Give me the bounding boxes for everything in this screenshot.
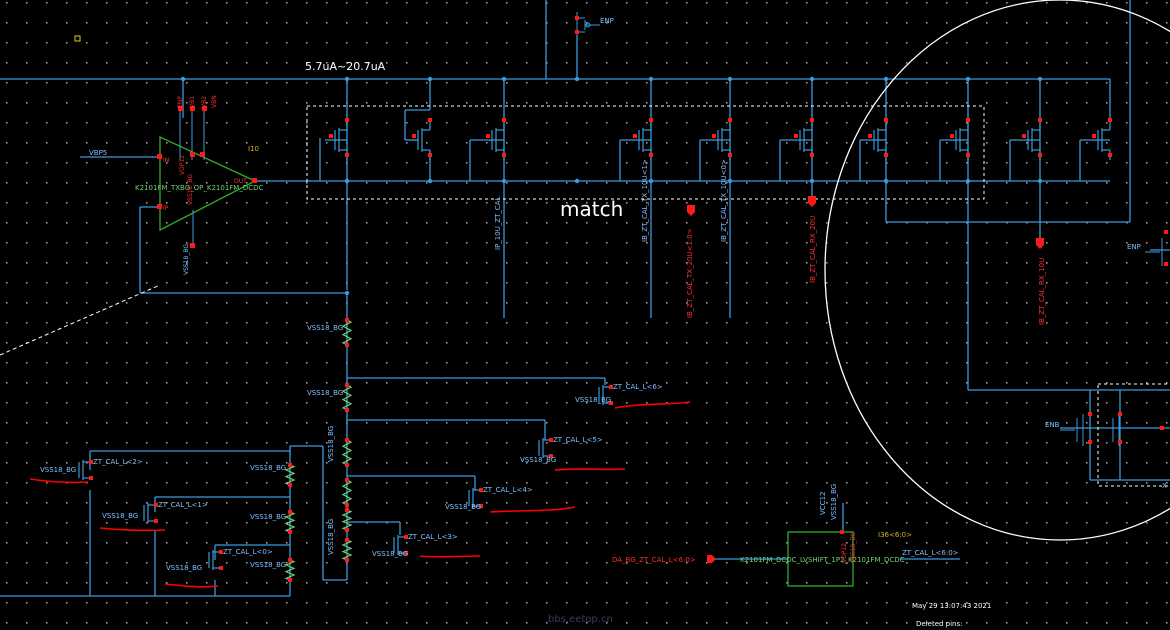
junction-dot (1037, 76, 1043, 82)
res-vss-label-1: VSS18_BG (307, 324, 343, 332)
junction-dot (344, 290, 350, 296)
level-shifter-vcc: VCC12 (819, 492, 827, 515)
opamp-in-label: IN (163, 157, 169, 164)
match-label: match (560, 197, 623, 221)
opamp-gnd-pin: VSS18_BG (187, 174, 194, 205)
switch-sub-label: VSS18_BG (520, 456, 556, 464)
junction-dot (501, 76, 507, 82)
opamp-bias-pin-2: VB1 (189, 96, 196, 108)
res-vss-label-2: VSS18_BG (307, 389, 343, 397)
opamp-bias-pin-3: VB2 (201, 96, 208, 108)
junction-dot (965, 178, 971, 184)
switch-sub-label: VSS18_BG (40, 466, 76, 474)
switch-sub-label: VSS18_BG (575, 396, 611, 404)
level-shifter-cell: K2101FM_DCDC_LVSHIFT_1P2_K2101FM_DCDC (740, 556, 905, 564)
status-timestamp: May 29 13:07:43 2021 (912, 602, 991, 610)
net-ib-rx-20u: IB_ZT_CAL_RX_20U (809, 216, 817, 283)
switch-gate-label: ZT_CAL_L<1> (158, 501, 208, 509)
switch-gate-label: ZT_CAL_L<5> (553, 436, 603, 444)
opamp-supply-pin: VDP12 (179, 155, 186, 175)
junction-dot (574, 76, 580, 82)
net-ib-tx-20u: IB_ZT_CAL_TX_20U<1:0> (686, 228, 694, 318)
junction-dot (427, 178, 433, 184)
net-ib-rx-10u: IB_ZT_CAL_RX_10U (1038, 258, 1046, 325)
switch-gate-label: ZT_CAL_L<2> (93, 458, 143, 466)
level-shifter-input: DA_BG_ZT_CAL_L<6:0> (612, 556, 696, 564)
net-ib-tx-1: IB_ZT_CAL_TX_10U<1> (641, 159, 649, 242)
ladder-vss-3: VSS18_BG (250, 561, 286, 569)
junction-dot (727, 76, 733, 82)
opamp-gnd-label: VSS18_BG (183, 244, 190, 275)
switch-gate-label: ZT_CAL_L<4> (483, 486, 533, 494)
junction-dot (809, 76, 815, 82)
opamp-input-net: VBP5 (89, 149, 107, 157)
level-shifter-instance: I36<6:0> (878, 531, 912, 539)
level-shifter-pin-vss: VSS18_BG (850, 532, 857, 563)
junction-dot (965, 76, 971, 82)
enp-top-label: ENP (600, 17, 614, 25)
net-ip-zt-cal: IP_10U_ZT_CAL (494, 196, 502, 250)
switch-sub-label: VSS18_BG (445, 503, 481, 511)
junction-dot (501, 178, 507, 184)
junction-dot (574, 178, 580, 184)
switch-gate-label: ZT_CAL_L<0> (223, 548, 273, 556)
opamp-ip-label: IP (163, 205, 169, 212)
right-cut-label: X (1162, 482, 1167, 490)
junction-dot (727, 178, 733, 184)
net-ib-tx-0: IB_ZT_CAL_TX_10U<0> (720, 159, 728, 242)
status-deleted-pins: Deleted pins: (916, 620, 963, 628)
level-shifter-output: ZT_CAL_L<6:0> (902, 549, 959, 557)
junction-dot (180, 76, 186, 82)
ladder-vss-2: VSS18_BG (250, 513, 286, 521)
junction-dot (883, 178, 889, 184)
switch-gate-label: ZT_CAL_L<6> (613, 383, 663, 391)
switch-gate-label: ZT_CAL_L<3> (408, 533, 458, 541)
opamp-bias-pin-1: ENP (177, 96, 184, 108)
switch-sub-label: VSS18_BG (166, 564, 202, 572)
junction-dot (648, 178, 654, 184)
schematic-canvas[interactable]: IN IP OUT I10 K2101FM_TXBG_OP_K2101FM_DC… (0, 0, 1170, 630)
current-range-annotation: 5.7uA~20.7uA (305, 60, 386, 73)
level-shifter-gnd: VSS18_BG (830, 484, 838, 520)
enb-label: ENB (1045, 421, 1060, 429)
opamp-instance: I10 (248, 145, 259, 153)
opamp-bias-pin-4: VBN (211, 95, 218, 108)
switch-sub-label: VSS18_BG (102, 512, 138, 520)
res-vss-label-3: VSS18_BG (327, 426, 335, 462)
junction-dot (809, 178, 815, 184)
junction-dot (883, 76, 889, 82)
level-shifter-pin-vdp: VDP12 (841, 543, 848, 563)
switch-sub-label: VSS18_BG (372, 550, 408, 558)
level-shifter-pin-marker (840, 530, 844, 534)
junction-dot (1037, 178, 1043, 184)
opamp-cell-name: K2101FM_TXBG_OP_K2101FM_DCDC (135, 184, 264, 192)
grid-dots (0, 0, 1170, 630)
junction-dot (344, 178, 350, 184)
res-vss-label-4: VSS18_BG (327, 519, 335, 555)
junction-dot (648, 76, 654, 82)
watermark: bbs.eetop.cn (548, 614, 613, 625)
ladder-vss-1: VSS18_BG (250, 464, 286, 472)
junction-dot (344, 76, 350, 82)
junction-dot (427, 76, 433, 82)
enp-right-label: ENP (1127, 243, 1141, 251)
